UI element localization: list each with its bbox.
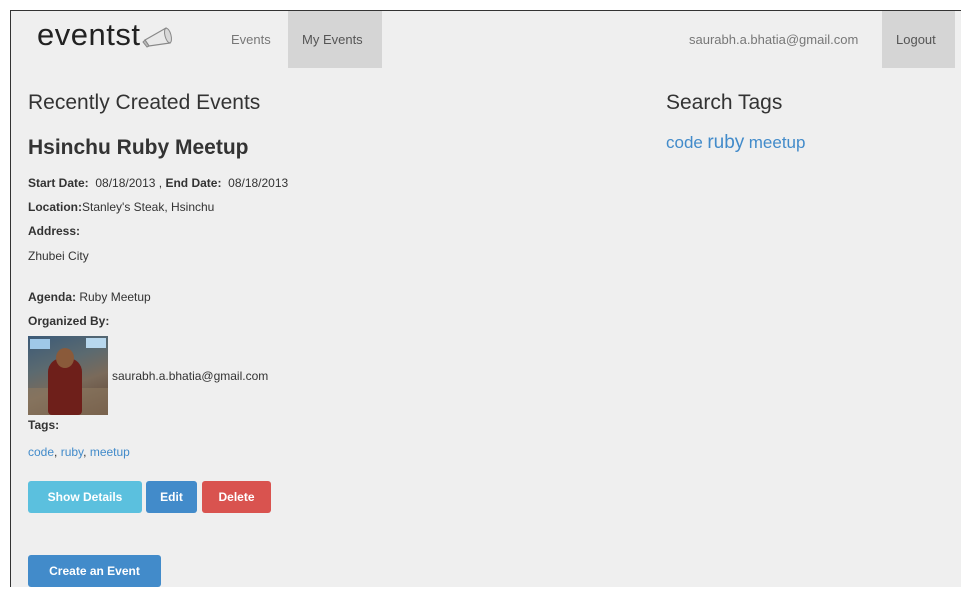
event-tag-meetup[interactable]: meetup — [90, 445, 130, 459]
event-tag-list: code, ruby, meetup — [28, 445, 130, 459]
address-value: Zhubei City — [28, 249, 89, 263]
address-label: Address: — [28, 224, 81, 238]
start-date-label: Start Date: — [28, 176, 89, 190]
search-tag-ruby[interactable]: ruby — [707, 132, 744, 153]
nav-user-email[interactable]: saurabh.a.bhatia@gmail.com — [675, 11, 872, 68]
location-label: Location: — [28, 200, 82, 214]
search-tags-title: Search Tags — [666, 91, 783, 114]
event-tag-ruby[interactable]: ruby — [61, 445, 83, 459]
event-location: Location:Stanley's Steak, Hsinchu — [28, 200, 214, 214]
event-agenda: Agenda: Ruby Meetup — [28, 290, 151, 304]
search-tag-meetup[interactable]: meetup — [749, 133, 806, 152]
logout-button[interactable]: Logout — [882, 11, 955, 68]
end-date-label: End Date: — [165, 176, 222, 190]
organizer-avatar — [28, 336, 108, 415]
show-details-button[interactable]: Show Details — [28, 481, 142, 513]
nav-my-events-link[interactable]: My Events — [288, 11, 382, 68]
tag-separator: , — [83, 445, 90, 459]
end-date-value: 08/18/2013 — [228, 176, 289, 190]
brand-text: eventst — [37, 17, 141, 52]
organizer-email: saurabh.a.bhatia@gmail.com — [112, 369, 269, 383]
recent-events-title: Recently Created Events — [28, 91, 261, 114]
brand-logo[interactable]: eventst — [37, 17, 176, 53]
organized-by-label: Organized By: — [28, 314, 110, 328]
megaphone-icon — [142, 27, 173, 48]
date-separator: , — [158, 176, 163, 190]
page-frame: eventst Events My Events saurabh.a.bhati… — [10, 10, 961, 587]
delete-button[interactable]: Delete — [202, 481, 271, 513]
search-tag-cloud: code ruby meetup — [666, 132, 805, 154]
tag-separator: , — [54, 445, 61, 459]
create-event-button[interactable]: Create an Event — [28, 555, 161, 587]
edit-button[interactable]: Edit — [146, 481, 197, 513]
start-date-value: 08/18/2013 — [95, 176, 156, 190]
location-value: Stanley's Steak, Hsinchu — [82, 200, 215, 214]
nav-events-link[interactable]: Events — [217, 11, 285, 68]
event-name: Hsinchu Ruby Meetup — [28, 136, 249, 159]
event-tag-code[interactable]: code — [28, 445, 54, 459]
agenda-label: Agenda: — [28, 290, 76, 304]
tags-label: Tags: — [28, 418, 60, 432]
search-tag-code[interactable]: code — [666, 133, 703, 152]
agenda-value: Ruby Meetup — [79, 290, 151, 304]
navbar: eventst Events My Events saurabh.a.bhati… — [11, 11, 961, 68]
event-dates: Start Date: 08/18/2013 , End Date: 08/18… — [28, 176, 288, 190]
